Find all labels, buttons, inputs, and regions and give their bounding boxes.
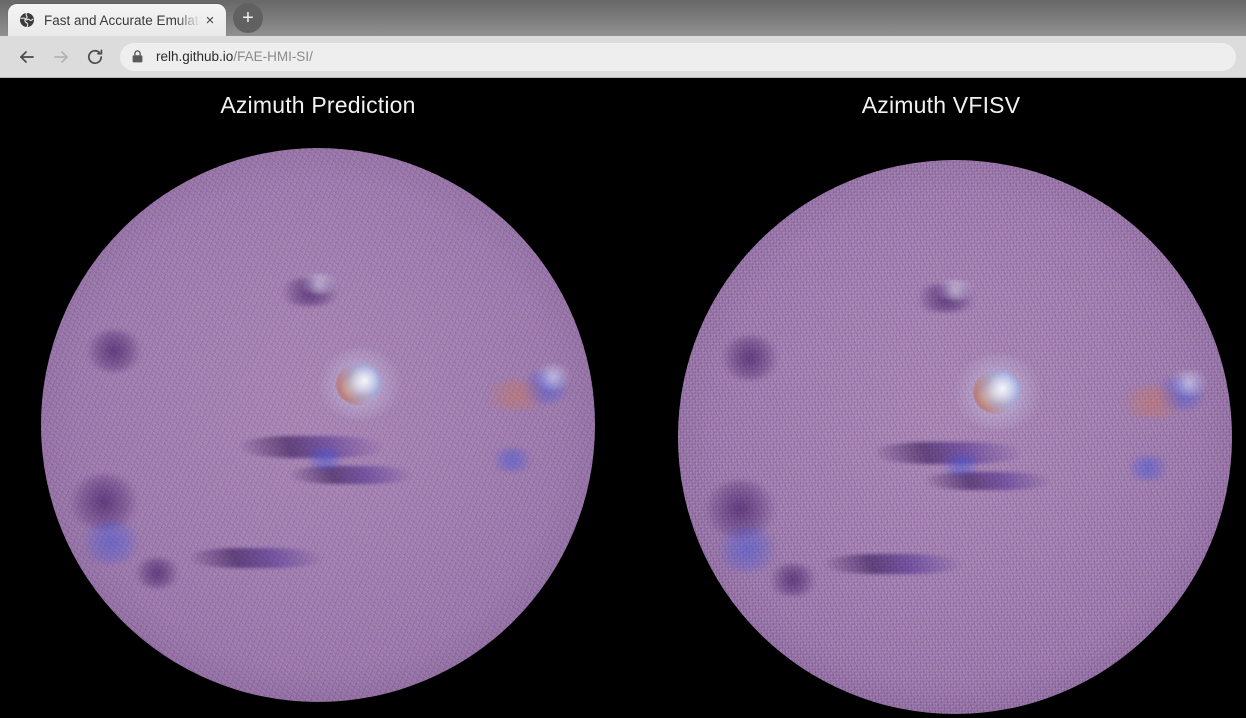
- limb-darkening: [678, 160, 1232, 714]
- new-tab-button[interactable]: +: [233, 3, 263, 33]
- browser-chrome: Fast and Accurate Emulati × + relh.githu…: [0, 0, 1246, 78]
- url-text: relh.github.io/FAE-HMI-SI/: [156, 49, 313, 64]
- browser-tab-active[interactable]: Fast and Accurate Emulati ×: [8, 4, 226, 36]
- forward-arrow-icon: [44, 40, 78, 74]
- close-icon[interactable]: ×: [200, 10, 220, 30]
- tab-strip: Fast and Accurate Emulati × +: [0, 0, 1246, 36]
- back-arrow-icon[interactable]: [10, 40, 44, 74]
- panel-title-prediction: Azimuth Prediction: [220, 92, 416, 118]
- url-host: relh.github.io: [156, 49, 234, 64]
- panel-azimuth-vfisv: Azimuth VFISV: [636, 78, 1246, 718]
- lock-icon: [132, 50, 146, 63]
- globe-icon: [18, 12, 35, 29]
- solar-disk-prediction: [41, 148, 595, 702]
- address-bar[interactable]: relh.github.io/FAE-HMI-SI/: [120, 42, 1236, 71]
- browser-toolbar: relh.github.io/FAE-HMI-SI/: [0, 36, 1246, 78]
- url-path: /FAE-HMI-SI/: [233, 49, 313, 64]
- tab-title: Fast and Accurate Emulati: [44, 12, 200, 28]
- limb-darkening: [41, 148, 595, 702]
- panel-azimuth-prediction: Azimuth Prediction: [0, 78, 636, 718]
- page-content: Azimuth Prediction Azimuth VFISV: [0, 78, 1246, 718]
- panel-title-vfisv: Azimuth VFISV: [861, 92, 1021, 118]
- reload-icon[interactable]: [78, 40, 112, 74]
- solar-disk-vfisv: [678, 160, 1232, 714]
